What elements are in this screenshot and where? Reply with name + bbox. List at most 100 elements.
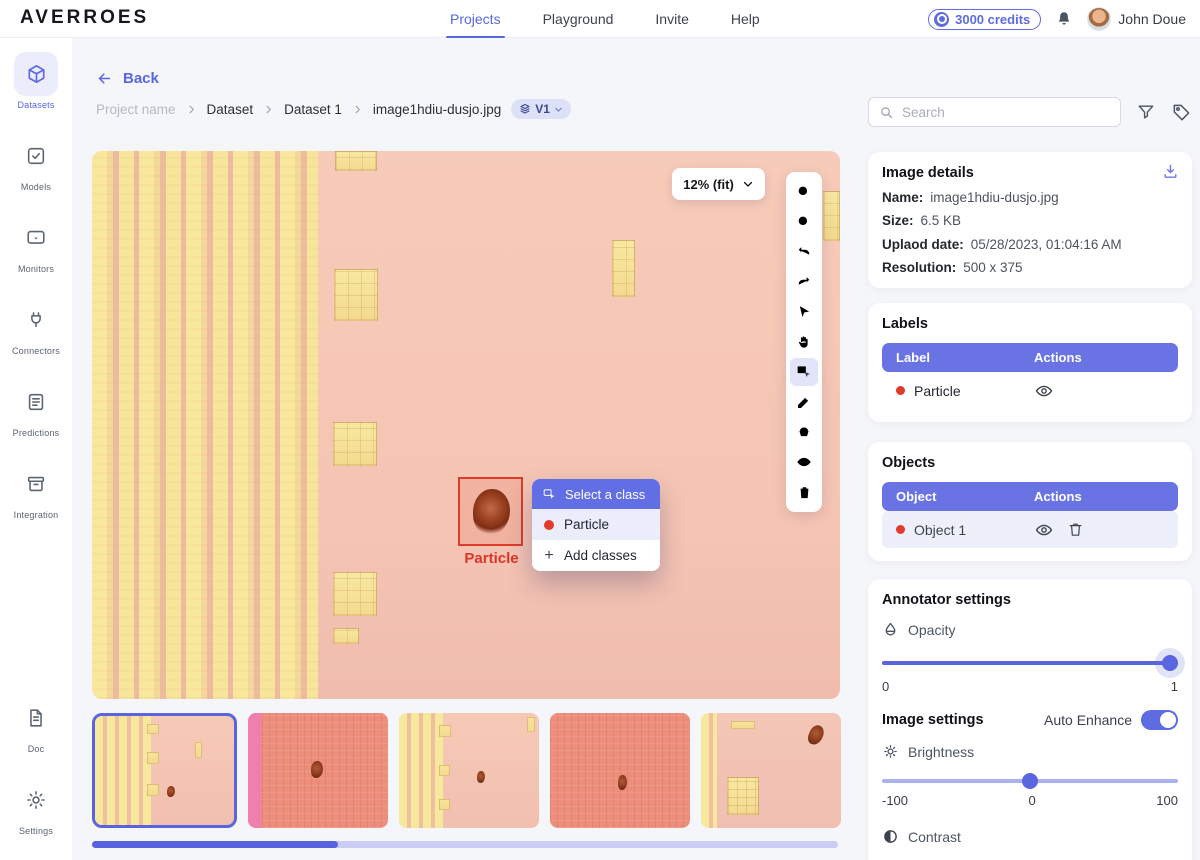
brightness-slider-thumb[interactable] <box>1022 773 1038 789</box>
opacity-max: 1 <box>1171 679 1178 694</box>
thumb-patch <box>195 742 202 758</box>
nav-tab-playground[interactable]: Playground <box>543 0 614 38</box>
sidebar-label: Connectors <box>12 346 60 356</box>
tag-icon[interactable] <box>1171 102 1192 123</box>
annotator-settings-card: Annotator settings Opacity 0 1 Image set… <box>868 579 1192 860</box>
sidebar-item-predictions[interactable]: Predictions <box>13 380 60 438</box>
user-name: John Doue <box>1118 11 1186 27</box>
auto-enhance-label: Auto Enhance <box>1044 712 1132 728</box>
scrollbar-thumb[interactable] <box>92 841 338 848</box>
right-panel: Image details Name:image1hdiu-dusjo.jpg … <box>868 97 1192 860</box>
thumbnail-5[interactable] <box>701 713 841 828</box>
thumbnail-2[interactable] <box>248 713 388 828</box>
filter-icon[interactable] <box>1136 102 1156 122</box>
search-input[interactable] <box>902 105 1110 120</box>
eye-icon[interactable] <box>1034 381 1054 401</box>
sidebar-item-connectors[interactable]: Connectors <box>12 298 60 356</box>
labels-card: Labels Label Actions Particle <box>868 303 1192 422</box>
download-icon[interactable] <box>1162 163 1179 180</box>
back-button[interactable]: Back <box>96 70 159 87</box>
zoom-out-icon[interactable] <box>790 208 818 236</box>
thumbnail-scrollbar[interactable] <box>92 841 838 848</box>
thumbnail-1-selected[interactable] <box>92 713 237 828</box>
annotation-bbox[interactable] <box>458 477 523 546</box>
sidebar-item-settings[interactable]: Settings <box>14 778 58 836</box>
objects-col-label: Object <box>882 489 1034 504</box>
nav-tab-invite[interactable]: Invite <box>655 0 688 38</box>
chevron-down-icon <box>742 178 754 190</box>
breadcrumb-project[interactable]: Project name <box>96 102 176 117</box>
polygon-icon[interactable] <box>790 418 818 446</box>
sidebar-item-monitors[interactable]: Monitors <box>14 216 58 274</box>
bell-icon[interactable] <box>1055 10 1073 28</box>
thumb-patch <box>527 717 535 732</box>
class-option-particle[interactable]: Particle <box>532 509 660 540</box>
image-settings-row: Image settings Auto Enhance <box>882 710 1178 730</box>
label-row-particle[interactable]: Particle <box>882 372 1178 409</box>
breadcrumb-image[interactable]: image1hdiu-dusjo.jpg <box>373 102 501 117</box>
chevron-right-icon <box>263 104 274 115</box>
object-row-1[interactable]: Object 1 <box>882 511 1178 548</box>
thumb-stripes <box>399 713 443 828</box>
breadcrumb-dataset1[interactable]: Dataset 1 <box>284 102 342 117</box>
brand-logo[interactable]: AVERROES <box>20 7 149 29</box>
canvas-image-patch <box>335 151 377 171</box>
detail-name-label: Name: <box>882 190 923 205</box>
zoom-in-icon[interactable] <box>790 178 818 206</box>
main-nav: Projects Playground Invite Help <box>450 0 760 38</box>
opacity-row: Opacity <box>882 621 1178 638</box>
opacity-slider-thumb[interactable] <box>1162 655 1178 671</box>
brightness-max: 100 <box>1156 793 1178 808</box>
brightness-slider[interactable] <box>882 773 1178 789</box>
trash-icon[interactable] <box>1067 521 1084 538</box>
annotation-canvas[interactable]: Particle 12% (fit) <box>92 151 840 699</box>
thumb-patch <box>727 777 759 815</box>
redo-icon[interactable] <box>790 268 818 296</box>
canvas-image-patch <box>334 269 378 321</box>
user-menu[interactable]: John Doue <box>1087 7 1186 31</box>
eye-icon[interactable] <box>1034 520 1054 540</box>
canvas-image-patch <box>612 240 635 297</box>
detail-size-value: 6.5 KB <box>921 213 962 228</box>
auto-enhance-toggle[interactable] <box>1141 710 1178 730</box>
undo-icon[interactable] <box>790 238 818 266</box>
sidebar-item-models[interactable]: Models <box>14 134 58 192</box>
objects-card: Objects Object Actions Object 1 <box>868 442 1192 561</box>
class-color-dot <box>544 520 554 530</box>
draw-box-icon[interactable] <box>790 358 818 386</box>
canvas-image-patch <box>333 422 377 466</box>
detail-upload-label: Uplaod date: <box>882 237 964 252</box>
brightness-min: -100 <box>882 793 908 808</box>
opacity-min: 0 <box>882 679 889 694</box>
sidebar-label: Monitors <box>18 264 54 274</box>
cursor-icon[interactable] <box>790 298 818 326</box>
add-classes-option[interactable]: + Add classes <box>532 540 660 571</box>
image-details-title: Image details <box>882 165 1178 181</box>
nav-tab-help[interactable]: Help <box>731 0 760 38</box>
thumbnail-4[interactable] <box>550 713 690 828</box>
brightness-label: Brightness <box>908 744 974 760</box>
thumbnail-3[interactable] <box>399 713 539 828</box>
sidebar-item-doc[interactable]: Doc <box>14 696 58 754</box>
version-chip[interactable]: V1 <box>511 99 571 119</box>
sidebar-item-datasets[interactable]: Datasets <box>14 52 58 110</box>
thumb-patch <box>147 752 159 764</box>
credits-coin-icon <box>934 12 949 27</box>
draw-box-icon <box>542 487 557 502</box>
thumb-stripe <box>248 713 261 828</box>
thumb-patch <box>439 765 450 776</box>
opacity-slider[interactable] <box>882 655 1178 671</box>
archive-icon <box>14 462 58 506</box>
pencil-draw-icon[interactable] <box>790 388 818 416</box>
eye-off-icon[interactable] <box>790 448 818 476</box>
trash-icon[interactable] <box>790 478 818 506</box>
class-popup-header: Select a class <box>532 479 660 509</box>
sidebar-item-integration[interactable]: Integration <box>14 462 59 520</box>
labels-table-header: Label Actions <box>882 343 1178 372</box>
credits-badge[interactable]: 3000 credits <box>928 9 1041 30</box>
objects-table-header: Object Actions <box>882 482 1178 511</box>
breadcrumb-dataset[interactable]: Dataset <box>207 102 254 117</box>
nav-tab-projects[interactable]: Projects <box>450 0 501 38</box>
hand-icon[interactable] <box>790 328 818 356</box>
zoom-level-dropdown[interactable]: 12% (fit) <box>672 168 765 200</box>
